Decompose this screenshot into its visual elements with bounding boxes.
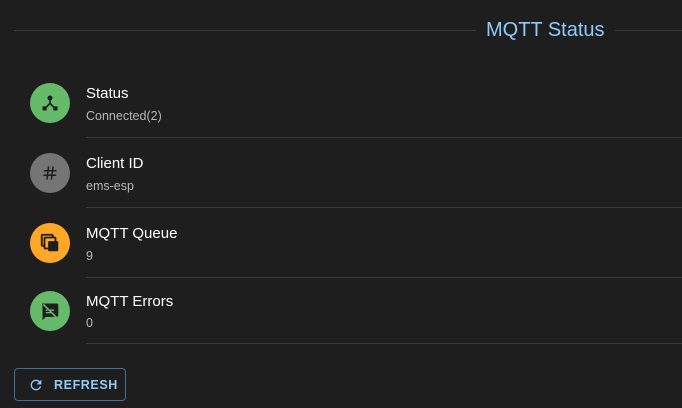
mqtt-errors-avatar (30, 291, 70, 331)
client-id-avatar (30, 153, 70, 193)
client-id-value: ems-esp (86, 179, 134, 193)
device-hub-icon (42, 95, 58, 111)
speaker-notes-off-icon (41, 303, 59, 321)
queue-icon (40, 233, 59, 252)
mqtt-errors-label: MQTT Errors (86, 293, 174, 310)
client-id-label: Client ID (86, 155, 144, 172)
refresh-icon (28, 377, 44, 393)
mqtt-errors-value: 0 (86, 316, 93, 330)
page-header: MQTT Status (14, 0, 682, 60)
mqtt-queue-avatar (30, 223, 70, 263)
row-divider (86, 343, 682, 344)
mqtt-queue-value: 9 (86, 249, 93, 263)
hashtag-icon (43, 166, 57, 180)
page-title: MQTT Status (476, 17, 615, 43)
mqtt-queue-label: MQTT Queue (86, 225, 178, 242)
status-label: Status (86, 85, 129, 102)
refresh-button[interactable]: REFRESH (14, 368, 126, 401)
refresh-label: REFRESH (54, 377, 118, 392)
status-avatar (30, 83, 70, 123)
list-item-status: Status Connected(2) (14, 68, 682, 138)
list-item-mqtt-queue: MQTT Queue 9 (14, 208, 682, 278)
status-value: Connected(2) (86, 109, 162, 123)
list-item-mqtt-errors: MQTT Errors 0 (14, 278, 682, 344)
status-list: Status Connected(2) Client ID ems-esp MQ… (14, 68, 682, 344)
list-item-client-id: Client ID ems-esp (14, 138, 682, 208)
